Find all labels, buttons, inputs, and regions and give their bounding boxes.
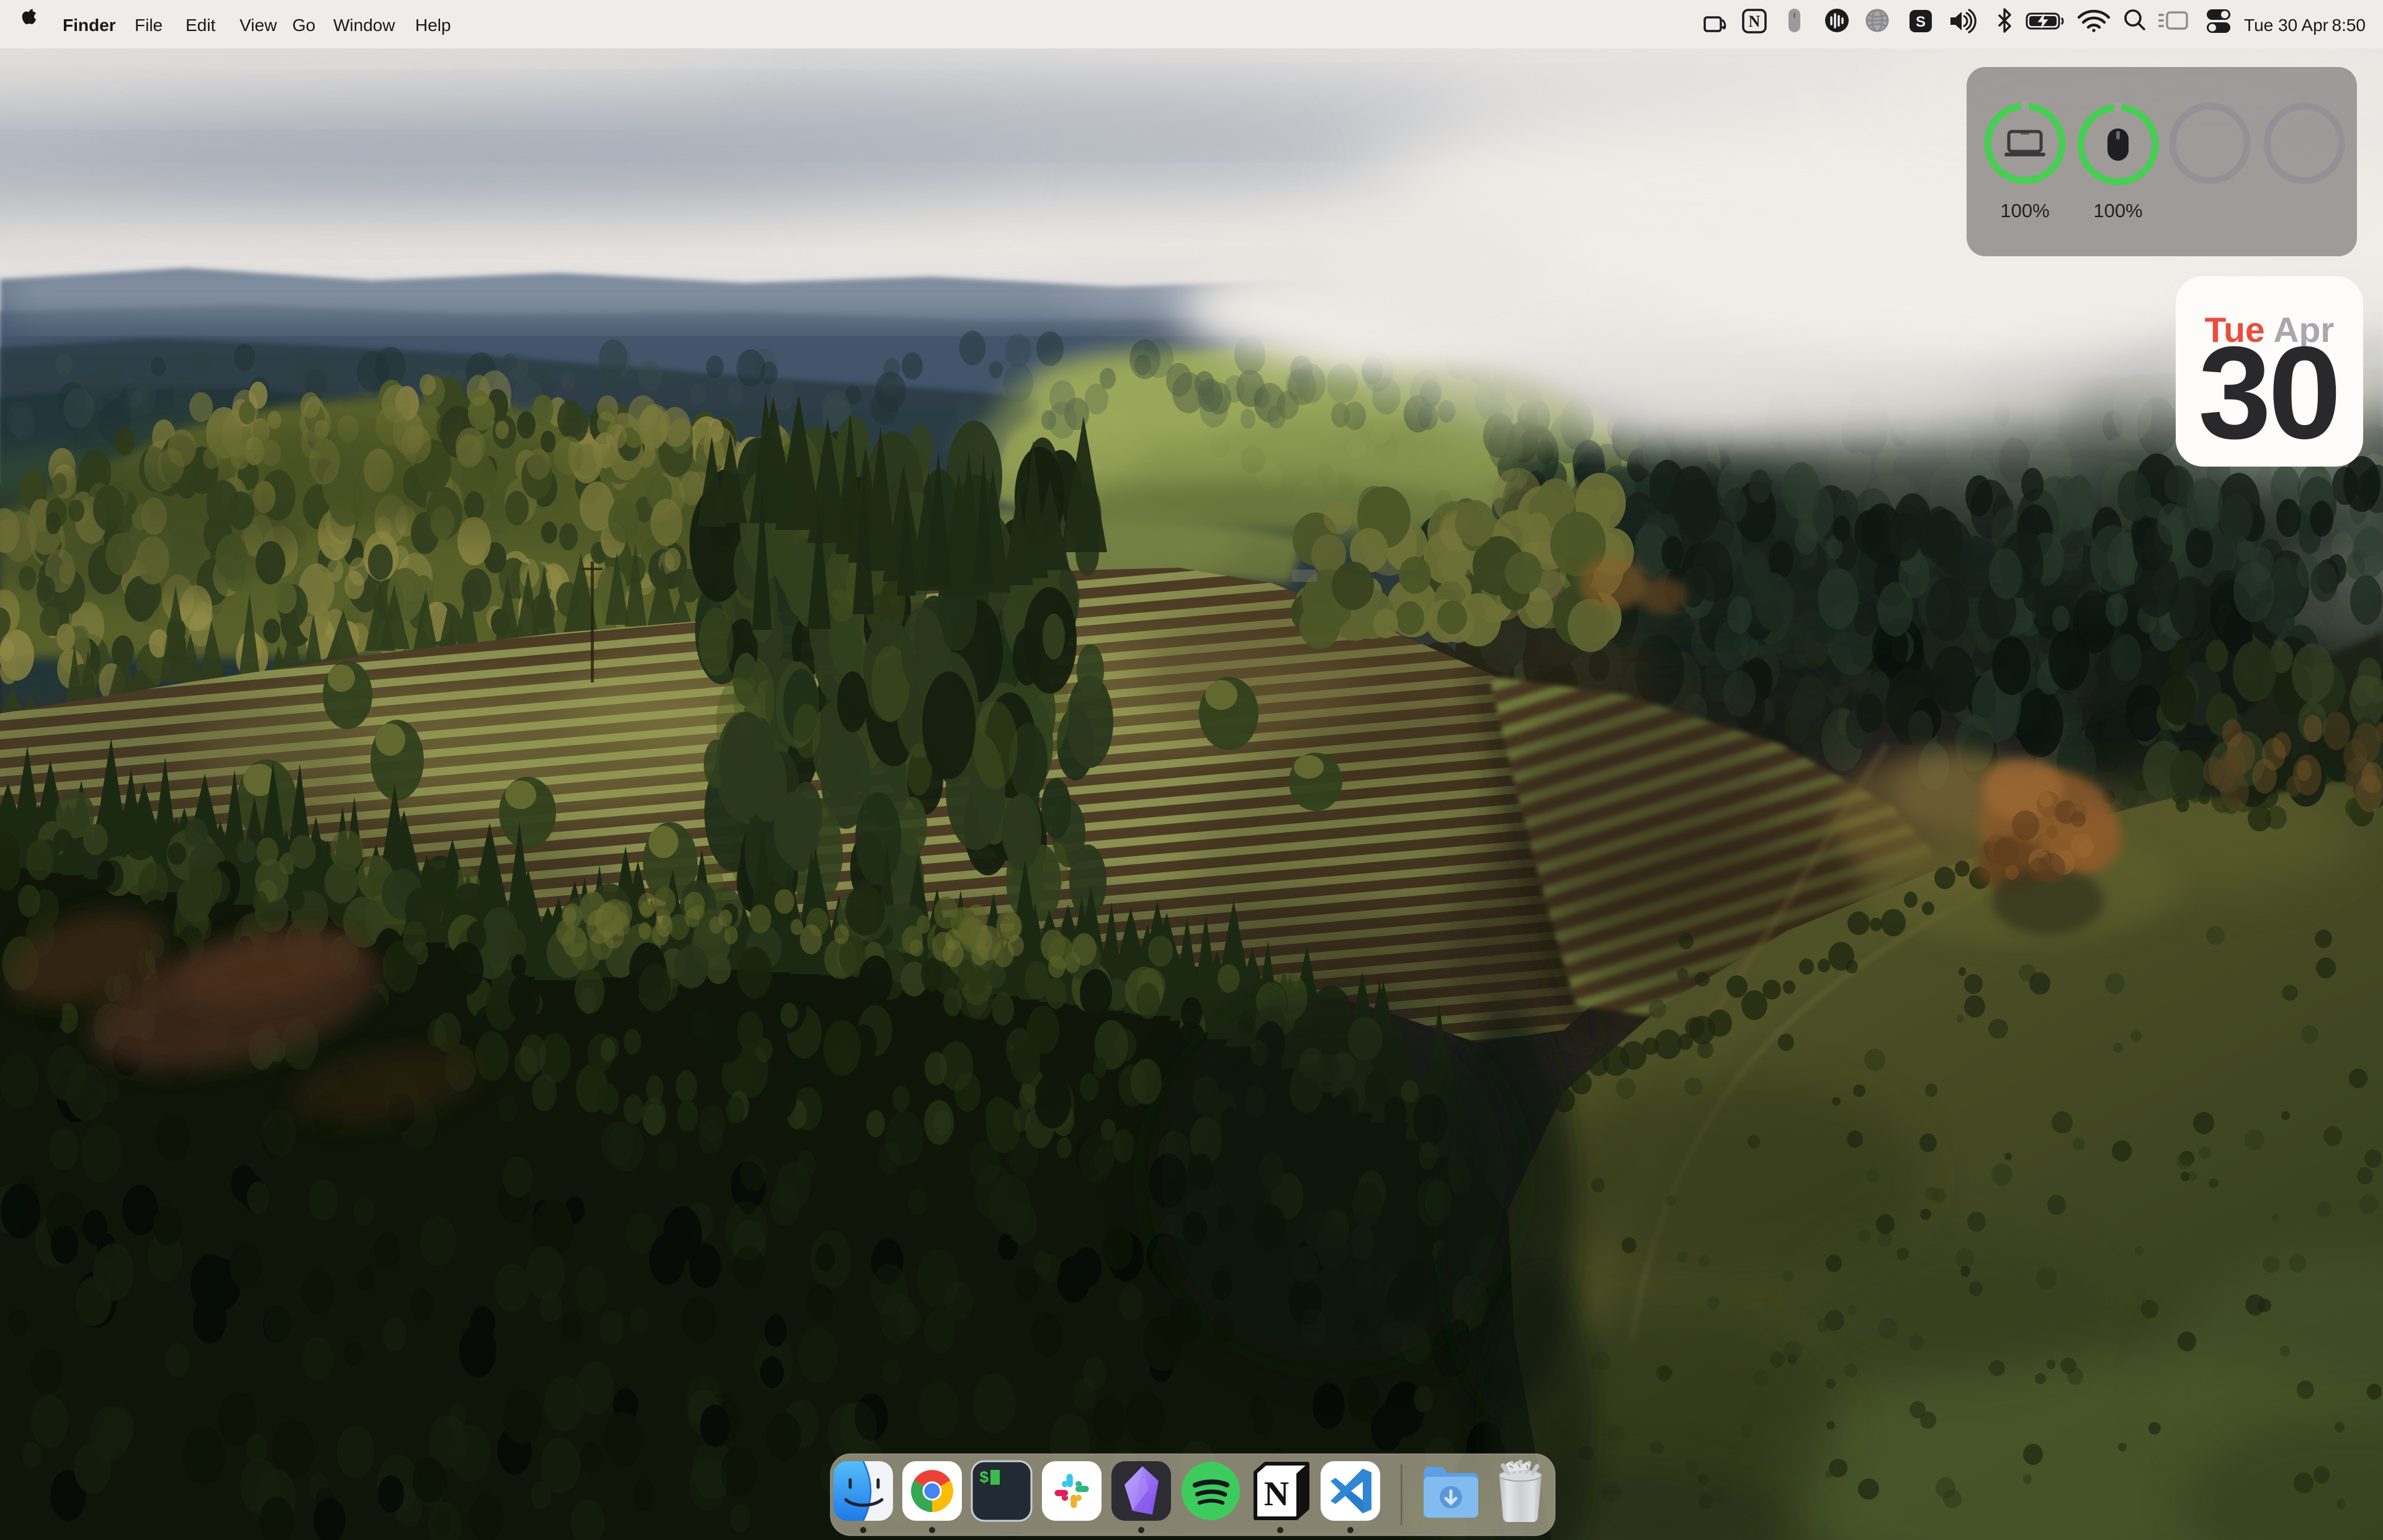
svg-text:100%: 100%	[2093, 200, 2142, 222]
svg-text:Edit: Edit	[186, 16, 215, 35]
svg-text:30: 30	[2198, 319, 2338, 466]
svg-text:File: File	[135, 16, 163, 35]
svg-text:8:50: 8:50	[2332, 16, 2366, 35]
svg-text:N: N	[1264, 1475, 1289, 1513]
svg-text:$: $	[979, 1469, 989, 1487]
svg-text:View: View	[240, 16, 277, 35]
svg-text:Go: Go	[292, 16, 315, 35]
svg-text:N: N	[1749, 12, 1761, 30]
svg-text:100%: 100%	[2000, 200, 2049, 222]
svg-text:Tue 30 Apr: Tue 30 Apr	[2244, 16, 2328, 35]
svg-text:Finder: Finder	[63, 16, 116, 35]
svg-text:Window: Window	[333, 16, 395, 35]
svg-text:Help: Help	[415, 16, 451, 35]
svg-text:S: S	[1916, 14, 1926, 30]
